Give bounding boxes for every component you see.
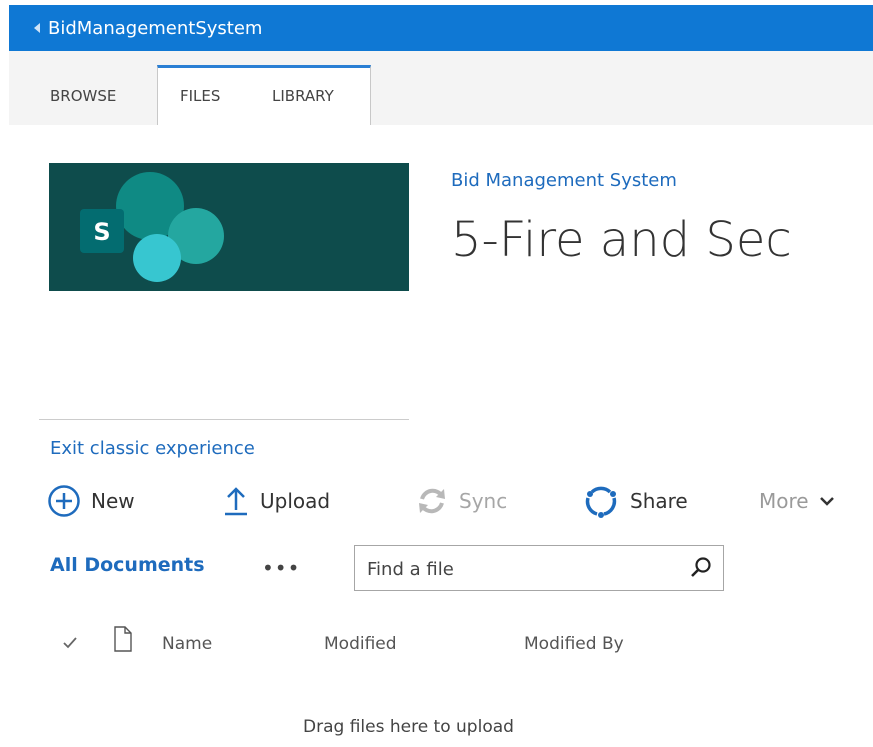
more-label: More [759,489,809,513]
column-header-modified[interactable]: Modified [324,634,397,654]
suite-bar: BidManagementSystem [9,5,873,51]
more-button[interactable]: More [759,484,837,518]
sync-label: Sync [459,489,508,513]
new-button[interactable]: New [47,484,135,518]
empty-list-message: Drag files here to upload [303,717,514,737]
share-icon [585,486,617,518]
site-breadcrumb-link[interactable]: Bid Management System [451,170,677,191]
plus-circle-icon [48,485,80,517]
chevron-down-icon [819,497,834,506]
view-all-documents[interactable]: All Documents [50,554,205,576]
site-title-link[interactable]: BidManagementSystem [48,18,262,39]
view-overflow-button[interactable]: ••• [262,556,300,580]
share-button[interactable]: Share [582,484,688,518]
sync-button[interactable]: Sync [415,484,507,518]
column-header-name[interactable]: Name [162,634,212,654]
logo-letter: S [93,218,110,246]
share-label: Share [630,489,688,513]
select-all-check-icon[interactable] [62,636,78,650]
upload-button[interactable]: Upload [222,484,330,518]
column-header-modified-by[interactable]: Modified By [524,634,624,654]
tab-files[interactable]: FILES [180,87,220,105]
search-icon[interactable] [689,556,713,580]
file-type-icon[interactable] [113,626,133,652]
search-input[interactable] [365,554,669,584]
divider [39,419,409,420]
sync-icon [419,488,445,514]
upload-arrow-icon [225,487,247,516]
site-logo[interactable]: S [49,163,409,291]
new-label: New [91,489,135,513]
tab-browse[interactable]: BROWSE [50,87,116,105]
back-arrow-icon[interactable] [34,23,40,33]
ribbon [9,51,873,125]
upload-label: Upload [260,489,331,513]
tab-library[interactable]: LIBRARY [272,87,334,105]
page-title: 5-Fire and Sec [451,212,792,268]
search-box [354,545,724,591]
sharepoint-logo-icon: S [80,172,224,282]
exit-classic-link[interactable]: Exit classic experience [50,438,255,459]
